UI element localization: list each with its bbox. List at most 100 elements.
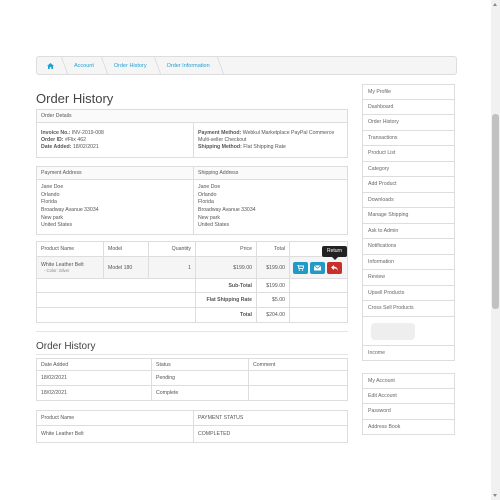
product-option: - Color: Silver xyxy=(44,268,70,273)
sidebar-item-order-history[interactable]: Order History xyxy=(362,115,455,131)
payment-address-line: Broadway Avanue 33034 xyxy=(41,207,99,213)
reorder-button[interactable] xyxy=(293,261,308,274)
sidebar-item-cross-sell-products[interactable]: Cross Sell Products xyxy=(362,301,455,317)
sidebar-item-transactions[interactable]: Transactions xyxy=(362,130,455,146)
scroll-down-arrow[interactable] xyxy=(493,494,497,497)
history-status: Complete xyxy=(151,385,249,401)
history-date: 18/02/2021 xyxy=(36,370,152,386)
col-date-added: Date Added xyxy=(36,358,152,371)
sidebar-item-edit-account[interactable]: Edit Account xyxy=(362,388,455,404)
product-quantity: 1 xyxy=(148,256,196,279)
payment-address-line: United States xyxy=(41,222,73,229)
col-payment-status: PAYMENT STATUS xyxy=(193,410,348,426)
sidebar-item-downloads[interactable]: Downloads xyxy=(362,192,455,208)
product-total: $199.00 xyxy=(256,256,290,279)
address-table: Payment Address Shipping Address Jane Do… xyxy=(36,166,348,235)
shipping-address-line: United States xyxy=(198,222,230,229)
message-button[interactable] xyxy=(310,261,325,274)
payment-address-line: Orlando xyxy=(41,191,60,198)
invoice-value: INV-2019-008 xyxy=(71,129,104,136)
home-icon xyxy=(47,62,54,69)
sidebar-item-notifications[interactable]: Notifications xyxy=(362,239,455,255)
reply-icon xyxy=(331,264,338,271)
invoice-label: Invoice No.: xyxy=(41,129,71,136)
payment-address-line: New park xyxy=(41,214,63,221)
divider xyxy=(36,331,348,332)
shipping-address-line: Florida xyxy=(198,199,214,206)
shipping-address-line: New park xyxy=(198,214,220,221)
sidebar-item-manage-shipping[interactable]: Manage Shipping xyxy=(362,208,455,224)
history-table: Date Added Status Comment 18/02/2021 Pen… xyxy=(36,358,348,401)
history-comment xyxy=(248,370,348,386)
product-actions xyxy=(289,256,348,279)
col-product-name: Product Name xyxy=(36,241,104,257)
sidebar-item-my-profile[interactable]: My Profile xyxy=(362,84,455,100)
payment-status-table: Product Name PAYMENT STATUS White Leathe… xyxy=(36,410,348,443)
subtotal-value: $199.00 xyxy=(256,278,290,293)
col-product-name: Product Name xyxy=(36,410,194,426)
shipping-method-label: Shipping Method: xyxy=(198,143,242,150)
order-id-value: #Flix 462 xyxy=(64,136,86,143)
table-row: 18/02/2021 Pending xyxy=(36,370,348,386)
sidebar-item-password[interactable]: Password xyxy=(362,404,455,420)
sidebar-item-upsell-products[interactable]: Upsell Products xyxy=(362,285,455,301)
history-comment xyxy=(248,385,348,401)
account-sidebar: My Profile Dashboard Order History Transact… xyxy=(362,84,455,435)
breadcrumb: Account Order History Order Information xyxy=(36,56,457,75)
page-scrollbar[interactable] xyxy=(491,0,500,500)
sidebar-item-ask-to-admin[interactable]: Ask to Admin xyxy=(362,223,455,239)
col-comment: Comment xyxy=(248,358,348,371)
product-table: Product Name Model Quantity Price Total … xyxy=(36,241,348,323)
sidebar-item-my-account[interactable]: My Account xyxy=(362,373,455,389)
payment-address: Jane Doe Orlando Florida Broadway Avanue… xyxy=(36,179,194,235)
table-row: White Leather Belt COMPLETED xyxy=(36,425,348,443)
shipping-method-value: Flat Shipping Rate xyxy=(243,143,286,150)
shipping-rate-label: Flat Shipping Rate xyxy=(195,292,257,308)
page: Account Order History Order Information … xyxy=(0,0,500,500)
sidebar-item-category[interactable]: Category xyxy=(362,161,455,177)
order-details-table: Order Details Invoice No.: INV-2019-008 … xyxy=(36,109,348,158)
cart-icon xyxy=(297,264,304,271)
order-info-cell: Invoice No.: INV-2019-008 Order ID: #Fli… xyxy=(36,122,194,158)
date-added-value: 18/02/2021 xyxy=(72,143,99,150)
return-button[interactable] xyxy=(327,261,342,274)
sidebar-item-information[interactable]: Information xyxy=(362,254,455,270)
table-row: White Leather Belt - Color: Silver Model… xyxy=(36,256,348,279)
col-status: Status xyxy=(151,358,249,371)
shipping-address-line: Orlando xyxy=(198,191,217,198)
sidebar-item-add-product[interactable]: Add Product xyxy=(362,177,455,193)
shipping-rate-value: $5.00 xyxy=(256,292,290,308)
payment-address-line: Jane Doe xyxy=(41,184,64,191)
table-row: 18/02/2021 Complete xyxy=(36,385,348,401)
payment-method-sub: Multi-seller Checkout xyxy=(198,136,247,143)
date-added-label: Date Added: xyxy=(41,143,72,150)
history-title: Order History xyxy=(36,341,96,352)
history-status: Pending xyxy=(151,370,249,386)
scroll-up-arrow[interactable] xyxy=(493,3,497,6)
breadcrumb-home[interactable] xyxy=(37,57,64,74)
sidebar-item-product-list[interactable]: Product List xyxy=(362,146,455,162)
sidebar-item-review[interactable]: Review xyxy=(362,270,455,286)
sidebar-item-income[interactable]: Income xyxy=(362,345,455,361)
col-model: Model xyxy=(103,241,149,257)
sidebar-item-dashboard[interactable]: Dashboard xyxy=(362,99,455,115)
breadcrumb-order-history[interactable]: Order History xyxy=(104,57,157,74)
payment-info-cell: Payment Method: Webkul Marketplace PayPa… xyxy=(193,122,348,158)
shipping-address-line: Broadway Avanue 33034 xyxy=(198,207,256,213)
shipping-address-line: Jane Doe xyxy=(198,184,221,191)
col-total: Total xyxy=(256,241,290,257)
blurred-menu-item xyxy=(362,316,455,346)
product-price: $199.00 xyxy=(195,256,257,279)
envelope-icon xyxy=(314,264,321,270)
payment-address-header: Payment Address xyxy=(36,166,194,180)
breadcrumb-order-information[interactable]: Order Information xyxy=(157,57,220,74)
sidebar-item-address-book[interactable]: Address Book xyxy=(362,419,455,435)
scroll-thumb[interactable] xyxy=(492,114,499,309)
breadcrumb-account[interactable]: Account xyxy=(64,57,104,74)
payment-method-label: Payment Method: xyxy=(198,129,242,136)
payment-method-value: Webkul Marketplace PayPal Commerce xyxy=(242,129,335,136)
product-model: Model 180 xyxy=(103,256,149,279)
order-details-header: Order Details xyxy=(36,109,348,123)
shipping-address-header: Shipping Address xyxy=(193,166,348,180)
payment-address-line: Florida xyxy=(41,199,57,206)
